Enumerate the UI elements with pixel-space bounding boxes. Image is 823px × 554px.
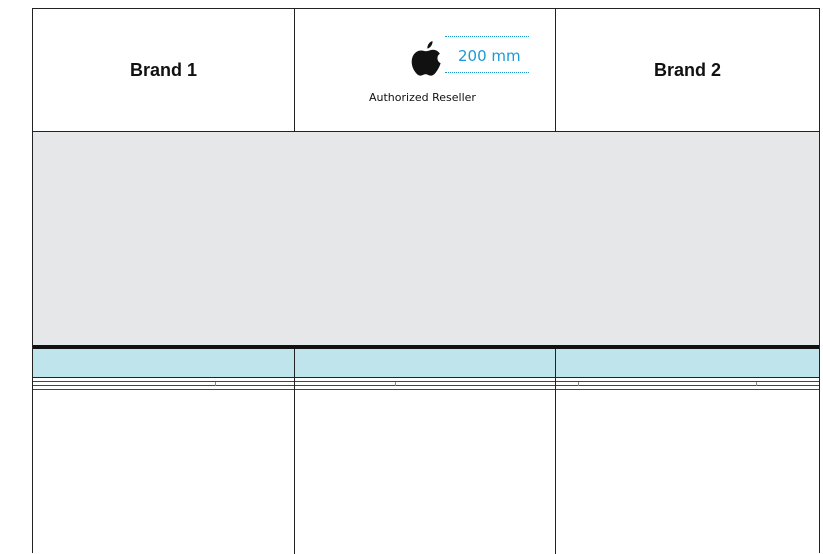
apple-reseller-cell: 200 mm Authorized Reseller: [295, 9, 556, 131]
header-row: Brand 1 200 mm Authorized Reseller Brand…: [33, 9, 819, 132]
shelf-line: [556, 385, 819, 386]
brand1-cell: Brand 1: [33, 9, 295, 131]
shelf-line: [295, 385, 555, 386]
shelf-line: [295, 389, 555, 390]
lower-section: [33, 349, 819, 554]
column-3: [556, 349, 819, 554]
shelf-line: [33, 389, 294, 390]
column-2-header: [295, 349, 555, 378]
shelf-line: [33, 385, 294, 386]
apple-reseller-badge: 200 mm Authorized Reseller: [295, 9, 555, 131]
dimension-line-bottom: [445, 72, 529, 73]
dimension-label: 200 mm: [458, 47, 521, 65]
reseller-label: Authorized Reseller: [369, 91, 476, 104]
column-1: [33, 349, 295, 554]
column-2: [295, 349, 556, 554]
brand2-cell: Brand 2: [556, 9, 819, 131]
brand2-label: Brand 2: [653, 59, 722, 80]
brand1-label: Brand 1: [129, 59, 198, 80]
shelf-divider-tick: [578, 382, 579, 386]
shelf-divider-tick: [215, 382, 216, 386]
shelf-line: [33, 381, 294, 382]
apple-logo-icon: [411, 41, 441, 76]
column-1-header: [33, 349, 294, 378]
shelf-line: [295, 381, 555, 382]
dimension-line-top: [445, 36, 529, 37]
shelf-divider-tick: [756, 382, 757, 386]
layout-frame: Brand 1 200 mm Authorized Reseller Brand…: [32, 8, 820, 554]
shelf-divider-tick: [395, 382, 396, 386]
shelf-line: [556, 389, 819, 390]
gray-display-band: [33, 132, 819, 345]
shelf-line: [556, 381, 819, 382]
column-3-header: [556, 349, 819, 378]
